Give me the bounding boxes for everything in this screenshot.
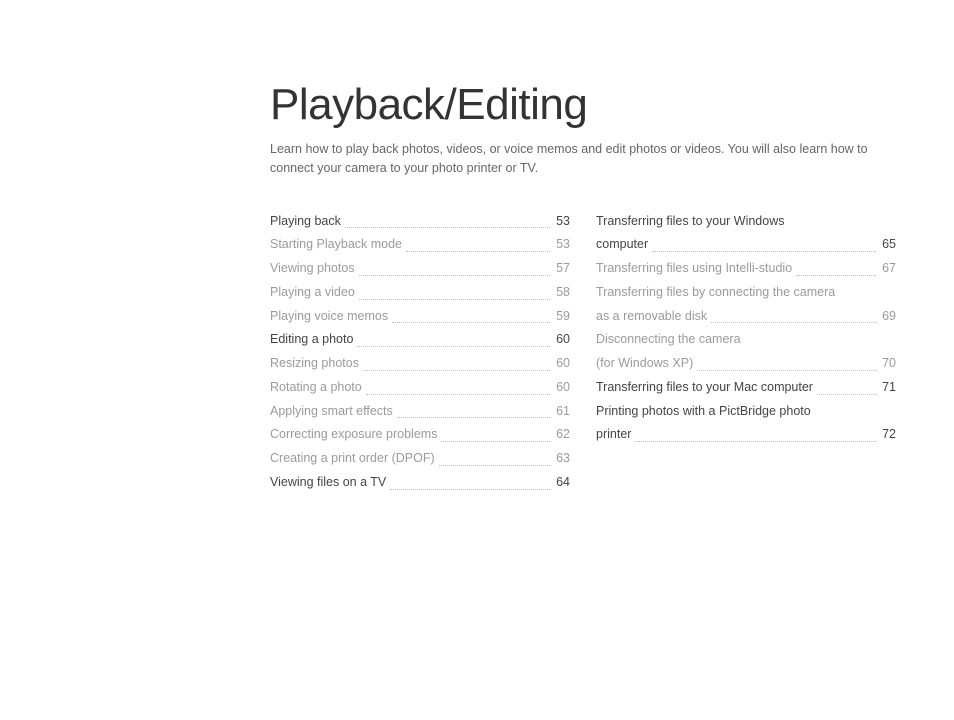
toc-leader-dots <box>439 465 550 466</box>
toc-label-line1: Transferring files by connecting the cam… <box>596 281 896 305</box>
toc-entry[interactable]: Resizing photos 60 <box>270 352 570 376</box>
toc-leader-dots <box>652 251 876 252</box>
toc-page-number: 70 <box>882 352 896 376</box>
toc-label: Starting Playback mode <box>270 233 402 257</box>
toc-label: Editing a photo <box>270 328 353 352</box>
content-area: Playback/Editing Learn how to play back … <box>270 80 910 495</box>
toc-label: Applying smart effects <box>270 400 393 424</box>
toc-leader-dots <box>359 299 550 300</box>
toc-entry[interactable]: Transferring files using Intelli-studio 6… <box>596 257 896 281</box>
toc-leader-dots <box>390 489 550 490</box>
toc-label-line2: (for Windows XP) <box>596 352 693 376</box>
toc-label-line1: Disconnecting the camera <box>596 328 896 352</box>
toc-entry[interactable]: Correcting exposure problems 62 <box>270 423 570 447</box>
toc-page-number: 59 <box>556 305 570 329</box>
toc-entry[interactable]: Applying smart effects 61 <box>270 400 570 424</box>
toc-label: Playing a video <box>270 281 355 305</box>
toc-page-number: 60 <box>556 352 570 376</box>
toc-label: Correcting exposure problems <box>270 423 437 447</box>
toc-page-number: 53 <box>556 210 570 234</box>
toc-page-number: 71 <box>882 376 896 400</box>
toc-label-line1: Transferring files to your Windows <box>596 210 896 234</box>
toc-leader-dots <box>697 370 876 371</box>
toc-label: Playing voice memos <box>270 305 388 329</box>
toc-entry[interactable]: Printing photos with a PictBridge photop… <box>596 400 896 448</box>
toc-page-number: 69 <box>882 305 896 329</box>
toc-label: Transferring files to your Mac computer <box>596 376 813 400</box>
toc-page-number: 57 <box>556 257 570 281</box>
toc-leader-dots <box>635 441 876 442</box>
toc-label-line2: as a removable disk <box>596 305 707 329</box>
toc-page-number: 63 <box>556 447 570 471</box>
toc-leader-dots <box>796 275 876 276</box>
toc-entry[interactable]: Viewing photos 57 <box>270 257 570 281</box>
toc-page-number: 72 <box>882 423 896 447</box>
toc-label: Playing back <box>270 210 341 234</box>
toc-label: Rotating a photo <box>270 376 362 400</box>
toc-page-number: 60 <box>556 328 570 352</box>
toc-leader-dots <box>392 322 550 323</box>
intro-text: Learn how to play back photos, videos, o… <box>270 140 890 178</box>
toc-page-number: 64 <box>556 471 570 495</box>
toc-leader-dots <box>357 346 550 347</box>
toc-leader-dots <box>441 441 550 442</box>
toc-leader-dots <box>711 322 876 323</box>
toc-label: Viewing files on a TV <box>270 471 386 495</box>
toc-page-number: 67 <box>882 257 896 281</box>
toc-leader-dots <box>366 394 550 395</box>
toc-entry[interactable]: Playing back 53 <box>270 210 570 234</box>
toc-label: Creating a print order (DPOF) <box>270 447 435 471</box>
toc-entry[interactable]: Creating a print order (DPOF) 63 <box>270 447 570 471</box>
toc-entry[interactable]: Transferring files by connecting the cam… <box>596 281 896 329</box>
toc-label: Resizing photos <box>270 352 359 376</box>
toc-label-line2: printer <box>596 423 631 447</box>
toc-label: Transferring files using Intelli-studio <box>596 257 792 281</box>
toc-entry[interactable]: Playing a video 58 <box>270 281 570 305</box>
toc-leader-dots <box>345 227 550 228</box>
toc-leader-dots <box>363 370 550 371</box>
toc-page-number: 58 <box>556 281 570 305</box>
toc-page-number: 61 <box>556 400 570 424</box>
toc-columns: Playing back53Starting Playback mode53Vi… <box>270 210 910 495</box>
toc-entry[interactable]: Playing voice memos 59 <box>270 305 570 329</box>
toc-label-line1: Printing photos with a PictBridge photo <box>596 400 896 424</box>
toc-leader-dots <box>817 394 876 395</box>
toc-column-right: Transferring files to your Windowscomput… <box>596 210 896 495</box>
toc-leader-dots <box>406 251 550 252</box>
page-title: Playback/Editing <box>270 80 910 130</box>
toc-entry[interactable]: Disconnecting the camera(for Windows XP)… <box>596 328 896 376</box>
toc-page-number: 60 <box>556 376 570 400</box>
toc-page-number: 62 <box>556 423 570 447</box>
toc-leader-dots <box>359 275 551 276</box>
toc-entry[interactable]: Editing a photo 60 <box>270 328 570 352</box>
toc-entry[interactable]: Starting Playback mode 53 <box>270 233 570 257</box>
toc-label: Viewing photos <box>270 257 355 281</box>
toc-page-number: 65 <box>882 233 896 257</box>
toc-entry[interactable]: Transferring files to your Windowscomput… <box>596 210 896 258</box>
toc-entry[interactable]: Transferring files to your Mac computer 7… <box>596 376 896 400</box>
toc-page-number: 53 <box>556 233 570 257</box>
toc-label-line2: computer <box>596 233 648 257</box>
toc-column-left: Playing back53Starting Playback mode53Vi… <box>270 210 570 495</box>
toc-entry[interactable]: Viewing files on a TV 64 <box>270 471 570 495</box>
toc-entry[interactable]: Rotating a photo 60 <box>270 376 570 400</box>
toc-leader-dots <box>397 417 550 418</box>
